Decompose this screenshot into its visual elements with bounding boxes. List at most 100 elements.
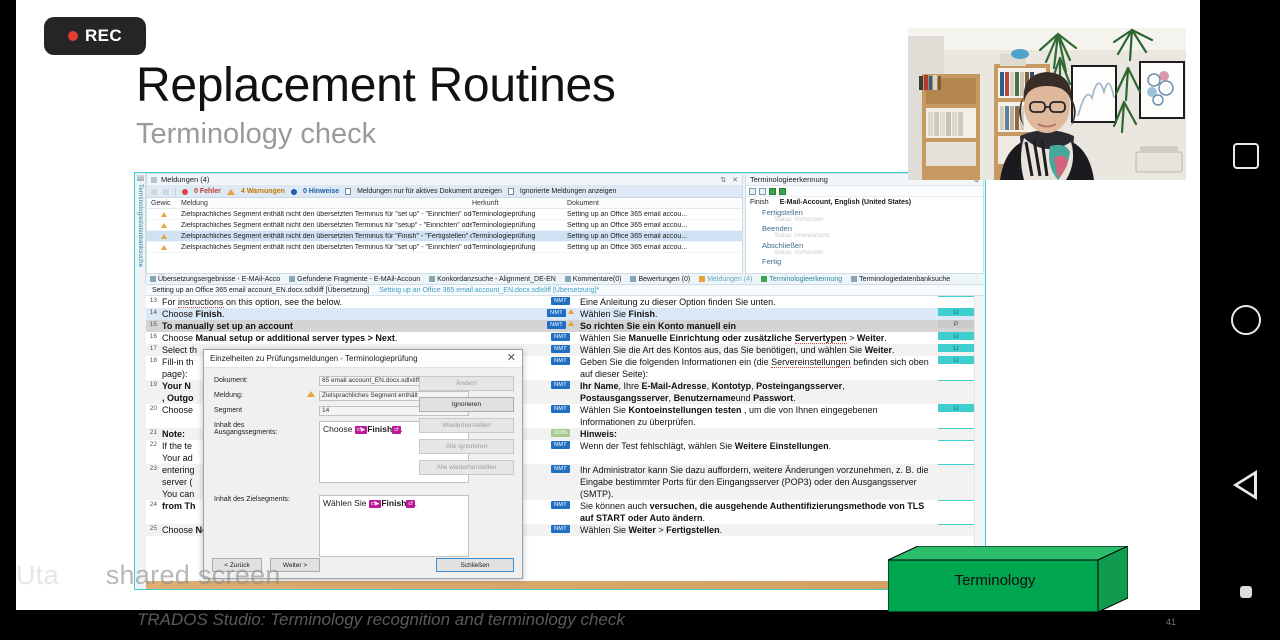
segment-target-text[interactable]: Sie können auch versuchen, die ausgehend… (577, 500, 938, 524)
terminology-box-label: Terminology (954, 571, 1036, 589)
record-dot-icon (67, 31, 78, 41)
dialog-segment-label: Segment (214, 407, 243, 414)
toolbar-separator (175, 187, 176, 196)
panel-tab[interactable]: Terminologiedatenbanksuche (851, 275, 950, 283)
terminology-entry[interactable]: Abschließen (762, 241, 979, 250)
webcam-video-tile[interactable] (908, 28, 1186, 180)
match-badge: NMT (551, 357, 570, 365)
segment-status (938, 464, 974, 465)
quick-add-term-icon[interactable] (779, 187, 786, 195)
dialog-document-label: Dokument: (214, 377, 248, 384)
segment-row[interactable]: 13 For instructions on this option, see t… (146, 296, 974, 308)
segment-source-text[interactable]: For instructions on this option, see the… (159, 296, 544, 308)
column-header-message[interactable]: Meldung (181, 200, 472, 207)
active-doc-filter-label[interactable]: Meldungen nur für aktives Dokument anzei… (357, 188, 502, 195)
bottom-tab-strip[interactable]: Übersetzungsergebnisse - E-MAil-Acco Gefu… (146, 274, 984, 285)
view-entry-icon[interactable] (749, 187, 756, 195)
segment-target-text[interactable]: Hinweis: (577, 428, 938, 440)
segment-target-text[interactable]: So richten Sie ein Konto manuell ein (577, 320, 938, 332)
column-header-origin[interactable]: Herkunft (472, 200, 567, 207)
panel-tab[interactable]: Übersetzungsergebnisse - E-MAil-Acco (150, 275, 281, 283)
document-filter-icon[interactable] (345, 188, 352, 195)
home-circle-icon[interactable] (1231, 305, 1261, 335)
terminology-entry[interactable]: Fertigstellen (762, 208, 979, 217)
messages-titlebar: Meldungen (4) ⇅ ✕ (147, 174, 742, 186)
edit-entry-icon[interactable] (759, 187, 766, 195)
terminology-database: E-Mail-Account, English (United States) (779, 199, 912, 206)
clear-icon[interactable] (163, 188, 169, 195)
segment-number: 23 (149, 465, 157, 472)
dialog-target-content[interactable]: Wählen Sie cfFinishcf. (319, 495, 469, 557)
terminology-entry-status: Status: Vorhanden (774, 249, 824, 256)
document-tabs[interactable]: Setting up an Office 365 email account_E… (146, 285, 984, 296)
segment-target-text[interactable]: Wenn der Test fehlschlägt, wählen Sie We… (577, 440, 938, 452)
segment-source-text[interactable]: Choose Finish. (159, 308, 544, 320)
panel-tab-label: Übersetzungsergebnisse - E-MAil-Acco (158, 275, 281, 283)
segment-match-cell: NMT (544, 464, 577, 473)
segment-target-text[interactable]: Wählen Sie Weiter > Fertigstellen. (577, 524, 938, 536)
ignored-filter-label[interactable]: Ignorierte Meldungen anzeigen (520, 188, 617, 195)
warning-icon (307, 391, 319, 399)
segment-target-text[interactable]: Wählen Sie Manuelle Einrichtung oder zus… (577, 332, 938, 344)
ignored-filter-icon[interactable] (507, 188, 514, 195)
panel-tab[interactable]: Kommentare(0) (564, 275, 621, 283)
segment-target-text[interactable]: Ihr Name, Ihre E-Mail-Adresse, Kontotyp,… (577, 380, 938, 404)
dialog-source-label: Inhalt des Ausgangssegments: (214, 422, 278, 436)
match-badge: NMT (551, 333, 570, 341)
pin-icon[interactable]: ⇅ (720, 176, 726, 184)
segment-target-text[interactable]: Ihr Administrator kann Sie dazu aufforde… (577, 464, 938, 500)
column-header-severity[interactable]: Gewic (147, 200, 181, 207)
messages-pane: Meldungen (4) ⇅ ✕ 0 Fehler 4 Warnungen 0… (146, 173, 743, 274)
close-icon[interactable]: ✕ (732, 176, 738, 184)
segment-row[interactable]: 16 Choose Manual setup or additional serv… (146, 332, 974, 344)
panel-tab[interactable]: Bewertungen (0) (630, 275, 690, 283)
panel-tab[interactable]: Meldungen (4) (699, 275, 752, 283)
message-origin: Terminologieprüfung (472, 221, 536, 229)
segment-status (938, 296, 974, 297)
column-header-document[interactable]: Dokument (567, 200, 742, 207)
segment-match-cell: NMT (544, 404, 577, 413)
segment-target-text[interactable]: Wählen Sie Kontoeinstellungen testen , u… (577, 404, 938, 428)
match-badge: NMT (551, 465, 570, 473)
segment-row[interactable]: 15 To manually set up an account NMT So ric… (146, 320, 974, 332)
add-term-icon[interactable] (769, 187, 776, 195)
pane-window-buttons[interactable]: ⇅ ✕ (720, 176, 738, 184)
verification-details-dialog: Einzelheiten zu Prüfungsmeldungen - Term… (203, 349, 523, 579)
tag-chip: cf (368, 500, 382, 508)
refresh-icon[interactable] (151, 188, 157, 195)
messages-toolbar[interactable]: 0 Fehler 4 Warnungen 0 Hinweise Meldunge… (147, 186, 742, 198)
table-row[interactable]: Zielsprachliches Segment enthält nicht d… (147, 220, 742, 231)
close-icon[interactable]: ✕ (507, 353, 516, 364)
watermark-text: shared screen (58, 560, 281, 590)
terminology-entry-status: Status: Unerwünscht (774, 233, 830, 239)
match-badge: NMT (551, 525, 570, 533)
panel-tab[interactable]: Terminologieerkennung (761, 275, 842, 283)
segment-target-text[interactable]: Eine Anleitung zu dieser Option finden S… (577, 296, 938, 308)
slide-caption: TRADOS Studio: Terminology recognition a… (137, 610, 625, 629)
messages-rows: Zielsprachliches Segment enthält nicht d… (147, 209, 742, 253)
terminology-pane-toolbar[interactable] (746, 186, 983, 197)
messages-column-headers[interactable]: Gewic Meldung Herkunft Dokument (147, 198, 742, 209)
message-origin: Terminologieprüfung (472, 210, 536, 218)
dialog-action-button: Alle ignorieren (419, 439, 514, 454)
segment-target-text[interactable]: Wählen Sie die Art des Kontos aus, das S… (577, 344, 938, 356)
segment-target-text[interactable]: Wählen Sie Finish. (577, 308, 938, 320)
table-row[interactable]: Zielsprachliches Segment enthält nicht d… (147, 231, 742, 242)
segment-status: LI (938, 344, 974, 352)
document-tab[interactable]: Setting up an Office 365 email account_E… (152, 287, 369, 294)
dialog-action-button[interactable]: Ignorieren (419, 397, 514, 412)
segment-row[interactable]: 14 Choose Finish. NMT Wählen Sie Finish. LI (146, 308, 974, 320)
segment-target-text[interactable]: Geben Sie die folgenden Informationen ei… (577, 356, 938, 380)
document-tab[interactable]: Setting up an Office 365 email account_E… (379, 287, 599, 294)
panel-tab[interactable]: Konkordanzsuche - Alignment_DE-EN (429, 275, 556, 283)
segment-source-text[interactable]: To manually set up an account (159, 320, 544, 332)
vertical-dock[interactable]: Terminologiedatenbanksuche (135, 173, 146, 283)
recent-apps-square-icon[interactable] (1233, 143, 1259, 169)
table-row[interactable]: Zielsprachliches Segment enthält nicht d… (147, 209, 742, 220)
table-row[interactable]: Zielsprachliches Segment enthält nicht d… (147, 242, 742, 253)
terminology-entry[interactable]: Beenden (762, 224, 979, 233)
panel-tab[interactable]: Gefundene Fragmente - E-MAil-Accoun (289, 275, 420, 283)
terminology-entry[interactable]: Fertig (762, 257, 979, 266)
segment-number: 19 (149, 381, 157, 388)
segment-source-text[interactable]: Choose Manual setup or additional server… (159, 332, 544, 344)
